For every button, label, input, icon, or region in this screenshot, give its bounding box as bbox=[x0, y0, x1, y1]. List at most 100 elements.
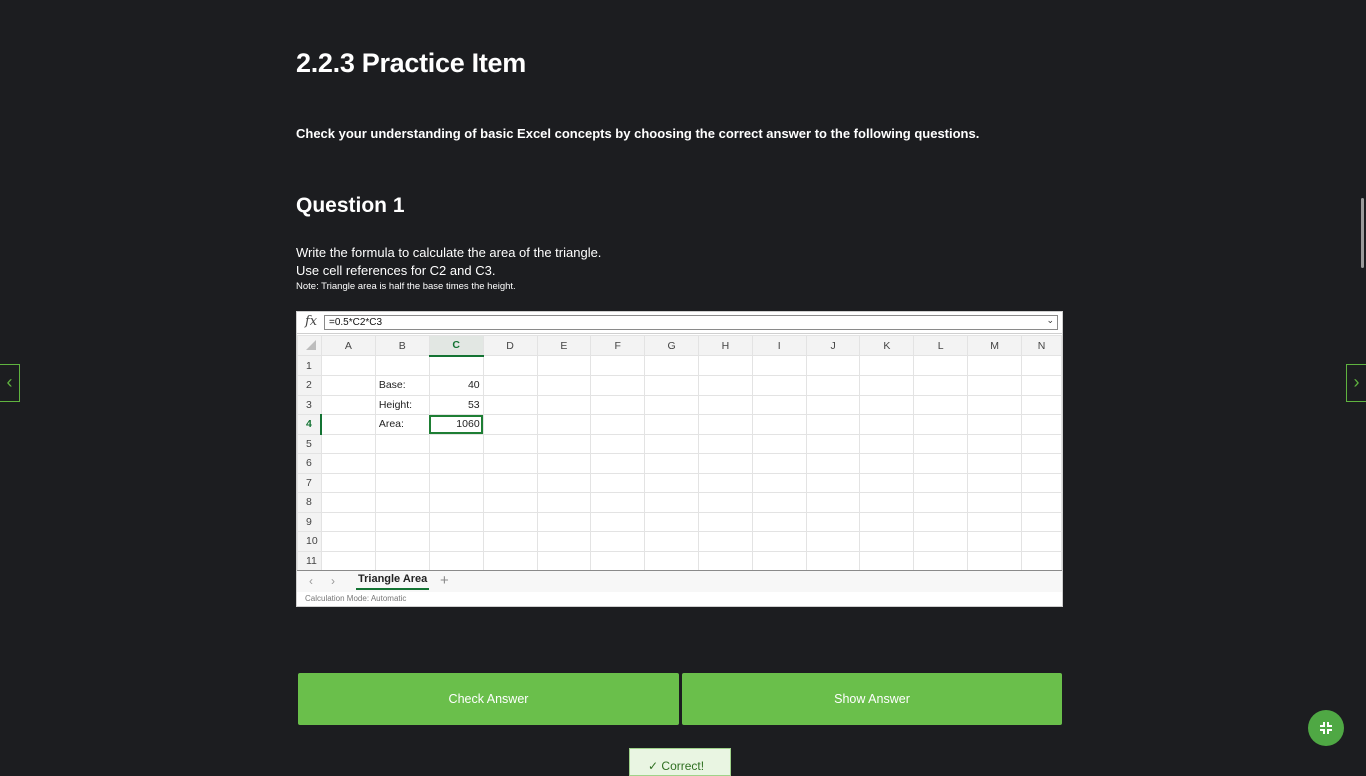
cell[interactable] bbox=[320, 550, 376, 570]
page-scrollbar[interactable] bbox=[1361, 198, 1364, 268]
cell[interactable] bbox=[428, 472, 484, 493]
cell[interactable] bbox=[374, 453, 430, 474]
cell[interactable] bbox=[482, 394, 538, 415]
cell[interactable] bbox=[320, 453, 376, 474]
cell[interactable] bbox=[805, 531, 861, 552]
row-header[interactable]: 9 bbox=[297, 511, 322, 532]
cell[interactable] bbox=[536, 472, 592, 493]
cell[interactable] bbox=[751, 394, 807, 415]
row-header[interactable]: 10 bbox=[297, 531, 322, 552]
cell-C2[interactable]: 40 bbox=[428, 375, 484, 396]
column-header[interactable]: L bbox=[913, 335, 969, 356]
cell[interactable] bbox=[590, 492, 646, 513]
cell[interactable] bbox=[644, 531, 699, 552]
cell[interactable] bbox=[913, 414, 969, 435]
cell[interactable] bbox=[805, 453, 861, 474]
column-header[interactable]: N bbox=[1020, 335, 1062, 356]
cell[interactable] bbox=[805, 414, 861, 435]
cell[interactable] bbox=[913, 355, 969, 376]
cell[interactable] bbox=[536, 375, 592, 396]
cell[interactable] bbox=[320, 492, 376, 513]
row-header[interactable]: 4 bbox=[297, 414, 323, 435]
cell[interactable] bbox=[644, 433, 699, 454]
cell[interactable] bbox=[536, 492, 592, 513]
cell[interactable] bbox=[859, 550, 915, 570]
cell[interactable] bbox=[859, 375, 915, 396]
cell[interactable] bbox=[590, 472, 646, 493]
cell[interactable] bbox=[913, 453, 969, 474]
cell[interactable] bbox=[805, 355, 861, 376]
cell[interactable] bbox=[320, 511, 376, 532]
cell-C4-active[interactable]: 1060 bbox=[428, 414, 484, 435]
cell[interactable] bbox=[751, 492, 807, 513]
cell[interactable] bbox=[590, 375, 646, 396]
cell[interactable] bbox=[590, 511, 646, 532]
cell[interactable] bbox=[859, 492, 915, 513]
cell[interactable] bbox=[751, 550, 807, 570]
cell[interactable] bbox=[482, 433, 538, 454]
chevron-right-icon[interactable]: › bbox=[331, 574, 335, 588]
cell[interactable] bbox=[1020, 355, 1062, 376]
cell[interactable] bbox=[751, 531, 807, 552]
chevron-left-icon[interactable]: ‹ bbox=[309, 574, 313, 588]
cell[interactable] bbox=[967, 414, 1022, 435]
cell[interactable] bbox=[428, 433, 484, 454]
cell[interactable] bbox=[859, 453, 915, 474]
row-header[interactable]: 7 bbox=[297, 472, 322, 493]
cell[interactable] bbox=[967, 355, 1022, 376]
column-header[interactable]: M bbox=[967, 335, 1022, 356]
cell[interactable] bbox=[1020, 531, 1062, 552]
cell[interactable] bbox=[859, 414, 915, 435]
cell[interactable] bbox=[590, 355, 646, 376]
cell[interactable] bbox=[698, 414, 753, 435]
cell[interactable] bbox=[536, 414, 592, 435]
cell[interactable] bbox=[644, 550, 699, 570]
cell[interactable] bbox=[805, 472, 861, 493]
cell[interactable] bbox=[320, 355, 376, 376]
cell[interactable] bbox=[698, 472, 753, 493]
cell[interactable] bbox=[644, 375, 699, 396]
cell[interactable] bbox=[805, 433, 861, 454]
cell[interactable] bbox=[536, 394, 592, 415]
cell[interactable] bbox=[805, 511, 861, 532]
cell[interactable] bbox=[913, 492, 969, 513]
cell[interactable] bbox=[590, 453, 646, 474]
cell[interactable] bbox=[374, 472, 430, 493]
cell[interactable] bbox=[536, 355, 592, 376]
cell[interactable] bbox=[751, 472, 807, 493]
cell[interactable] bbox=[644, 394, 699, 415]
cell[interactable] bbox=[805, 394, 861, 415]
cell[interactable] bbox=[536, 531, 592, 552]
row-header[interactable]: 6 bbox=[297, 453, 322, 474]
cell[interactable] bbox=[644, 492, 699, 513]
cell[interactable] bbox=[374, 511, 430, 532]
cell[interactable] bbox=[374, 531, 430, 552]
cell[interactable] bbox=[805, 375, 861, 396]
formula-input[interactable] bbox=[324, 315, 1058, 330]
cell-B3[interactable]: Height: bbox=[374, 394, 430, 415]
cell[interactable] bbox=[374, 550, 430, 570]
row-header[interactable]: 2 bbox=[297, 375, 322, 396]
cell[interactable] bbox=[698, 492, 753, 513]
cell[interactable] bbox=[644, 355, 699, 376]
cell[interactable] bbox=[698, 355, 753, 376]
cell[interactable] bbox=[320, 414, 376, 435]
cell[interactable] bbox=[374, 355, 430, 376]
column-header[interactable]: F bbox=[590, 335, 646, 356]
cell[interactable] bbox=[859, 472, 915, 493]
check-answer-button[interactable]: Check Answer bbox=[298, 673, 679, 725]
chevron-down-icon[interactable]: ⌄ bbox=[1046, 315, 1054, 326]
column-header[interactable]: H bbox=[698, 335, 753, 356]
row-header[interactable]: 3 bbox=[297, 394, 322, 415]
cell[interactable] bbox=[698, 394, 753, 415]
row-header[interactable]: 8 bbox=[297, 492, 322, 513]
cell[interactable] bbox=[482, 531, 538, 552]
select-all-corner[interactable] bbox=[297, 335, 322, 356]
cell[interactable] bbox=[1020, 550, 1062, 570]
column-header[interactable]: C bbox=[428, 335, 484, 357]
cell[interactable] bbox=[967, 394, 1022, 415]
show-answer-button[interactable]: Show Answer bbox=[682, 673, 1062, 725]
cell[interactable] bbox=[751, 511, 807, 532]
cell[interactable] bbox=[1020, 433, 1062, 454]
cell[interactable] bbox=[859, 394, 915, 415]
